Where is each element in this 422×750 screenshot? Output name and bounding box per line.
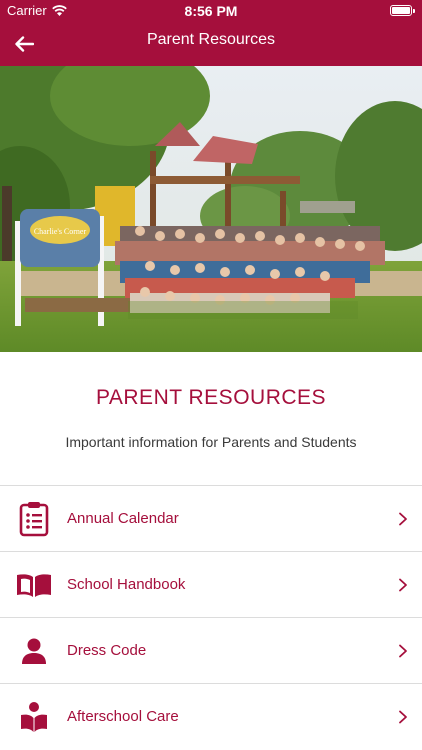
list-item-label: Annual Calendar — [67, 510, 179, 527]
open-book-icon — [14, 566, 54, 604]
list-item-afterschool-care[interactable]: Afterschool Care — [0, 683, 422, 749]
chevron-right-icon — [399, 710, 407, 724]
page-title: Parent Resources — [146, 31, 276, 48]
intro-section: PARENT RESOURCES Important information f… — [0, 352, 422, 486]
list-item-label: Dress Code — [67, 642, 147, 659]
hero-photo: Charlie's Corner — [0, 66, 422, 352]
status-bar: Carrier 8:56 PM — [0, 0, 422, 22]
chevron-right-icon — [399, 512, 407, 526]
chevron-right-icon — [399, 644, 407, 658]
reading-person-icon — [14, 698, 54, 736]
arrow-left-icon — [15, 36, 34, 52]
school-group-photo: Charlie's Corner — [0, 66, 422, 352]
list-item-school-handbook[interactable]: School Handbook — [0, 551, 422, 617]
crowd — [115, 226, 385, 319]
resource-list: Annual Calendar School Handbook Dress Co… — [0, 485, 422, 749]
section-subtitle: Important information for Parents and St… — [65, 434, 357, 450]
list-item-dress-code[interactable]: Dress Code — [0, 617, 422, 683]
battery-icon — [390, 5, 415, 16]
list-item-label: Afterschool Care — [67, 708, 179, 725]
sign-text: Charlie's Corner — [34, 227, 87, 236]
status-time: 8:56 PM — [184, 3, 238, 19]
navigation-bar: Parent Resources — [0, 22, 422, 66]
app-header: Carrier 8:56 PM Parent Resources — [0, 0, 422, 66]
list-item-label: School Handbook — [67, 576, 186, 593]
chevron-right-icon — [399, 578, 407, 592]
person-icon — [14, 632, 54, 670]
section-heading: PARENT RESOURCES — [95, 386, 327, 409]
checklist-icon — [14, 500, 54, 538]
list-item-annual-calendar[interactable]: Annual Calendar — [0, 485, 422, 551]
back-button[interactable] — [8, 28, 40, 60]
